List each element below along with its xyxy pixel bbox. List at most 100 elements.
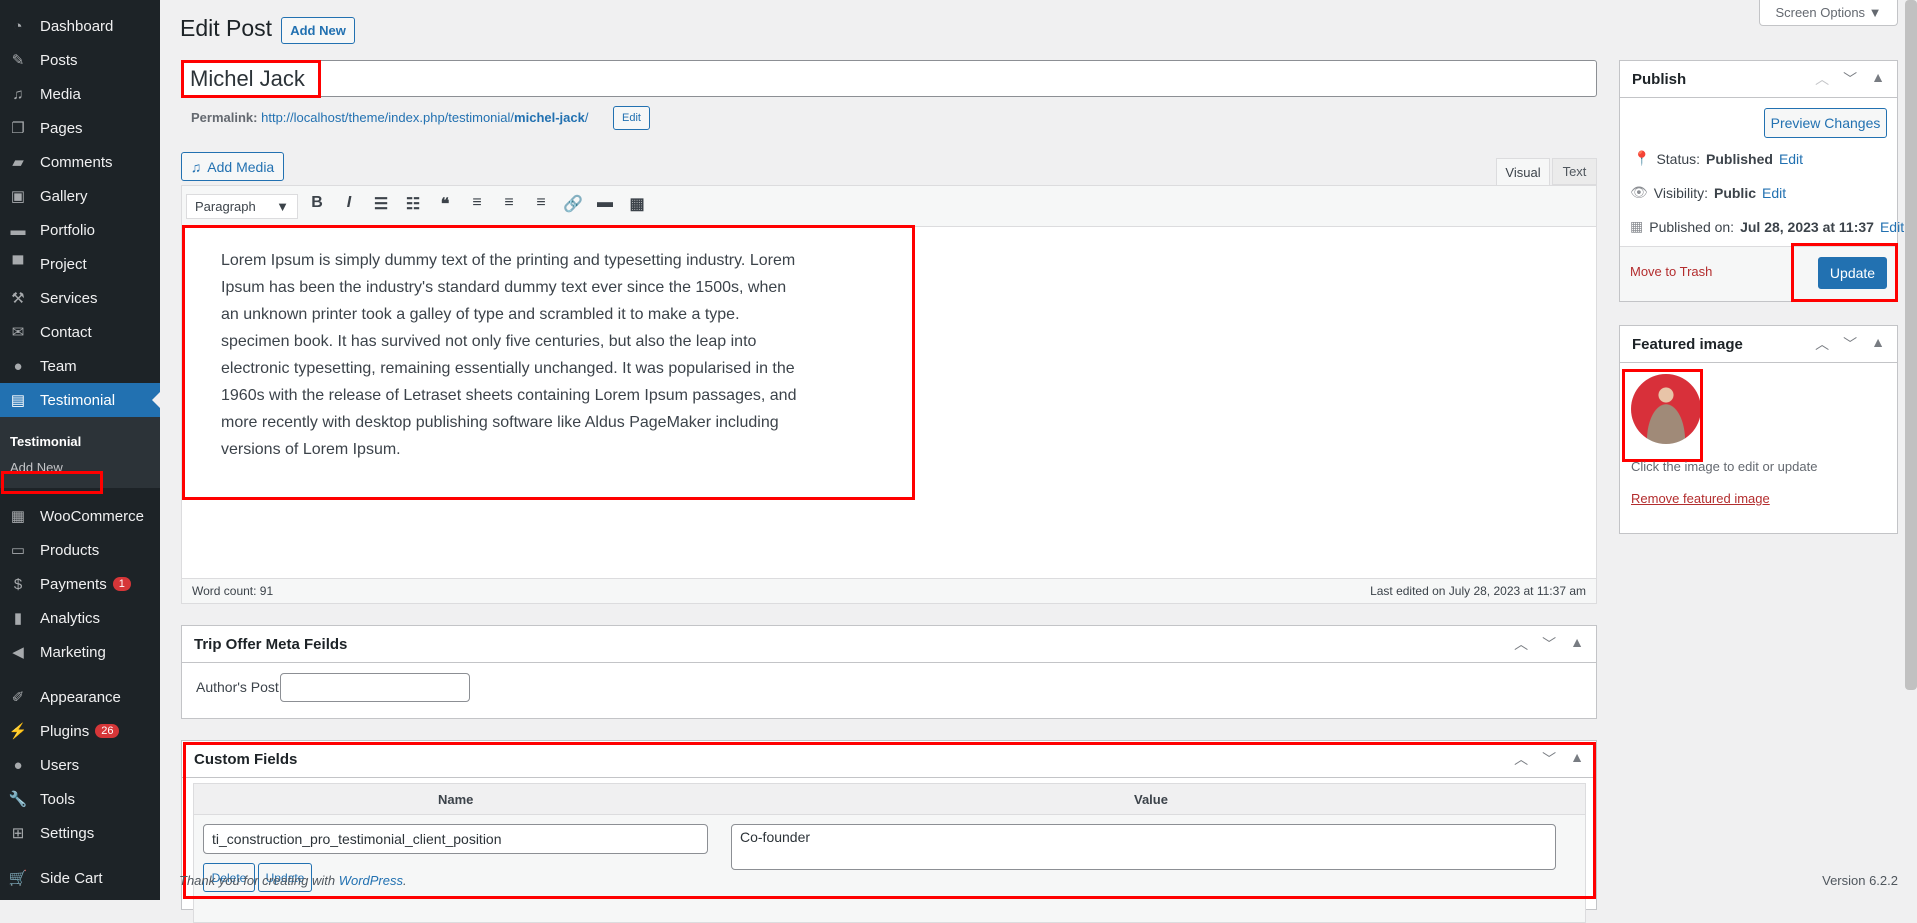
sidebar-item-media[interactable]: ♫ Media <box>0 77 160 111</box>
sidebar-item-pages[interactable]: ❐ Pages <box>0 111 160 145</box>
chevron-up-icon[interactable]: ︿ <box>1514 634 1528 654</box>
custom-fields-title: Custom Fields <box>194 750 298 768</box>
sidebar-item-label: Services <box>40 289 98 307</box>
numbered-list-icon[interactable]: ☷ <box>401 194 425 214</box>
monitor-icon: ▀ <box>12 255 24 273</box>
toggle-panel-icon[interactable]: ▲ <box>1570 634 1584 654</box>
footer-thanks: Thank you for creating with WordPress. <box>179 873 407 888</box>
users-icon: ● <box>13 756 23 774</box>
sidebar-item-label: Analytics <box>40 609 101 627</box>
format-value: Paragraph <box>195 199 256 214</box>
sidebar-item-gallery[interactable]: ▣ Gallery <box>0 179 160 213</box>
edit-date-link[interactable]: Edit <box>1880 219 1904 235</box>
read-more-icon[interactable]: ▬ <box>593 194 617 212</box>
sidebar-item-project[interactable]: ▀ Project <box>0 247 160 281</box>
trip-offer-metabox: Trip Offer Meta Feilds ︿ ﹀ ▲ <box>181 625 1597 719</box>
toggle-panel-icon[interactable]: ▲ <box>1871 334 1885 354</box>
content-line: 1960s with the release of Letraset sheet… <box>221 387 797 404</box>
sidebar-item-testimonial[interactable]: ▤ Testimonial <box>0 383 160 417</box>
tab-text[interactable]: Text <box>1552 158 1597 185</box>
authors-post-label: Author's Post <box>196 679 279 695</box>
sidebar-item-team[interactable]: ● Team <box>0 349 160 383</box>
tab-visual[interactable]: Visual <box>1496 158 1550 186</box>
sidebar-item-products[interactable]: ▭ Products <box>0 533 160 567</box>
sidebar-item-services[interactable]: ⚒ Services <box>0 281 160 315</box>
pages-icon: ❐ <box>11 120 25 137</box>
sidebar-item-appearance[interactable]: ✐ Appearance <box>0 680 160 714</box>
chevron-up-icon[interactable]: ︿ <box>1514 749 1528 769</box>
toolbar-toggle-icon[interactable]: ▦ <box>625 194 649 214</box>
sidebar-item-plugins[interactable]: ⚡ Plugins 26 <box>0 714 160 748</box>
trip-offer-title: Trip Offer Meta Feilds <box>194 635 348 653</box>
permalink-link[interactable]: http://localhost/theme/index.php/testimo… <box>261 110 588 125</box>
sidebar-item-woocommerce[interactable]: ▦ WooCommerce <box>0 499 160 533</box>
dollar-icon: $ <box>13 575 23 593</box>
sidebar-item-label: Comments <box>40 153 113 171</box>
italic-icon[interactable]: I <box>337 194 361 212</box>
submenu-add-new[interactable]: Add New <box>0 455 160 481</box>
permalink-base: http://localhost/theme/index.php/testimo… <box>261 110 515 125</box>
chevron-down-icon[interactable]: ﹀ <box>1843 69 1857 89</box>
brush-icon: ✐ <box>11 689 25 706</box>
sidebar-item-dashboard[interactable]: ◔ Dashboard <box>0 9 160 43</box>
update-button[interactable]: Update <box>1818 257 1887 289</box>
custom-field-name-input[interactable] <box>203 824 708 854</box>
sidebar-item-marketing[interactable]: ◀ Marketing <box>0 635 160 669</box>
sidebar-item-users[interactable]: ● Users <box>0 748 160 782</box>
count-badge: 1 <box>112 577 131 591</box>
featured-image[interactable] <box>1631 374 1701 444</box>
chevron-down-icon[interactable]: ﹀ <box>1843 334 1857 354</box>
custom-field-value-input[interactable]: Co-founder <box>731 824 1556 870</box>
align-right-icon[interactable]: ≡ <box>529 194 553 212</box>
preview-changes-button[interactable]: Preview Changes <box>1764 108 1887 138</box>
sidebar-item-portfolio[interactable]: ▬ Portfolio <box>0 213 160 247</box>
status-value: Published <box>1706 150 1773 167</box>
featured-image-title: Featured image <box>1632 335 1743 353</box>
add-media-button[interactable]: ♫ Add Media <box>181 152 284 181</box>
link-icon[interactable]: 🔗 <box>561 194 585 214</box>
sidebar-item-side-cart[interactable]: 🛒 Side Cart <box>0 861 160 895</box>
sidebar-item-posts[interactable]: ✎ Posts <box>0 43 160 77</box>
add-new-button[interactable]: Add New <box>281 17 355 44</box>
sidebar-item-payments[interactable]: $ Payments 1 <box>0 567 160 601</box>
chevron-down-icon[interactable]: ﹀ <box>1542 749 1556 769</box>
sidebar-item-settings[interactable]: ⊞ Settings <box>0 816 160 850</box>
editor-content[interactable]: Lorem Ipsum is simply dummy text of the … <box>221 247 861 463</box>
move-to-trash-link[interactable]: Move to Trash <box>1630 264 1712 279</box>
status-label: Status: <box>1656 150 1701 167</box>
remove-featured-image-link[interactable]: Remove featured image <box>1631 491 1770 506</box>
toggle-panel-icon[interactable]: ▲ <box>1871 69 1885 89</box>
edit-status-link[interactable]: Edit <box>1779 151 1803 167</box>
format-select[interactable]: Paragraph ▼ <box>186 194 298 219</box>
pin-icon: ✎ <box>11 52 25 69</box>
scrollbar[interactable] <box>1905 0 1917 690</box>
bold-icon[interactable]: B <box>305 194 329 212</box>
post-title-input[interactable] <box>181 60 1597 97</box>
wordpress-link[interactable]: WordPress <box>339 873 403 888</box>
featured-hint: Click the image to edit or update <box>1631 459 1818 474</box>
edit-visibility-link[interactable]: Edit <box>1762 185 1786 201</box>
sidebar-item-tools[interactable]: 🔧 Tools <box>0 782 160 816</box>
submenu-testimonial[interactable]: Testimonial <box>0 429 160 455</box>
align-center-icon[interactable]: ≡ <box>497 194 521 212</box>
cart-icon: 🛒 <box>8 870 28 887</box>
sidebar-item-comments[interactable]: ▰ Comments <box>0 145 160 179</box>
permalink-edit-button[interactable]: Edit <box>613 106 650 130</box>
chevron-up-icon[interactable]: ︿ <box>1815 69 1829 89</box>
screen-options-button[interactable]: Screen Options ▼ <box>1759 0 1898 26</box>
bullet-list-icon[interactable]: ☰ <box>369 194 393 214</box>
editor-statusbar: Word count: 91 Last edited on July 28, 2… <box>182 578 1596 603</box>
toggle-panel-icon[interactable]: ▲ <box>1570 749 1584 769</box>
sidebar-item-analytics[interactable]: ▮ Analytics <box>0 601 160 635</box>
chevron-up-icon[interactable]: ︿ <box>1815 334 1829 354</box>
align-left-icon[interactable]: ≡ <box>465 194 489 212</box>
sidebar-item-label: Payments <box>40 575 107 593</box>
media-icon: ♫ <box>190 158 202 175</box>
sidebar-item-contact[interactable]: ✉ Contact <box>0 315 160 349</box>
blockquote-icon[interactable]: ❝ <box>433 194 457 214</box>
sidebar-item-label: Dashboard <box>40 17 114 35</box>
authors-post-input[interactable] <box>280 673 470 702</box>
content-line: specimen book. It has survived not only … <box>221 333 757 350</box>
word-count: Word count: 91 <box>192 584 274 598</box>
chevron-down-icon[interactable]: ﹀ <box>1542 634 1556 654</box>
